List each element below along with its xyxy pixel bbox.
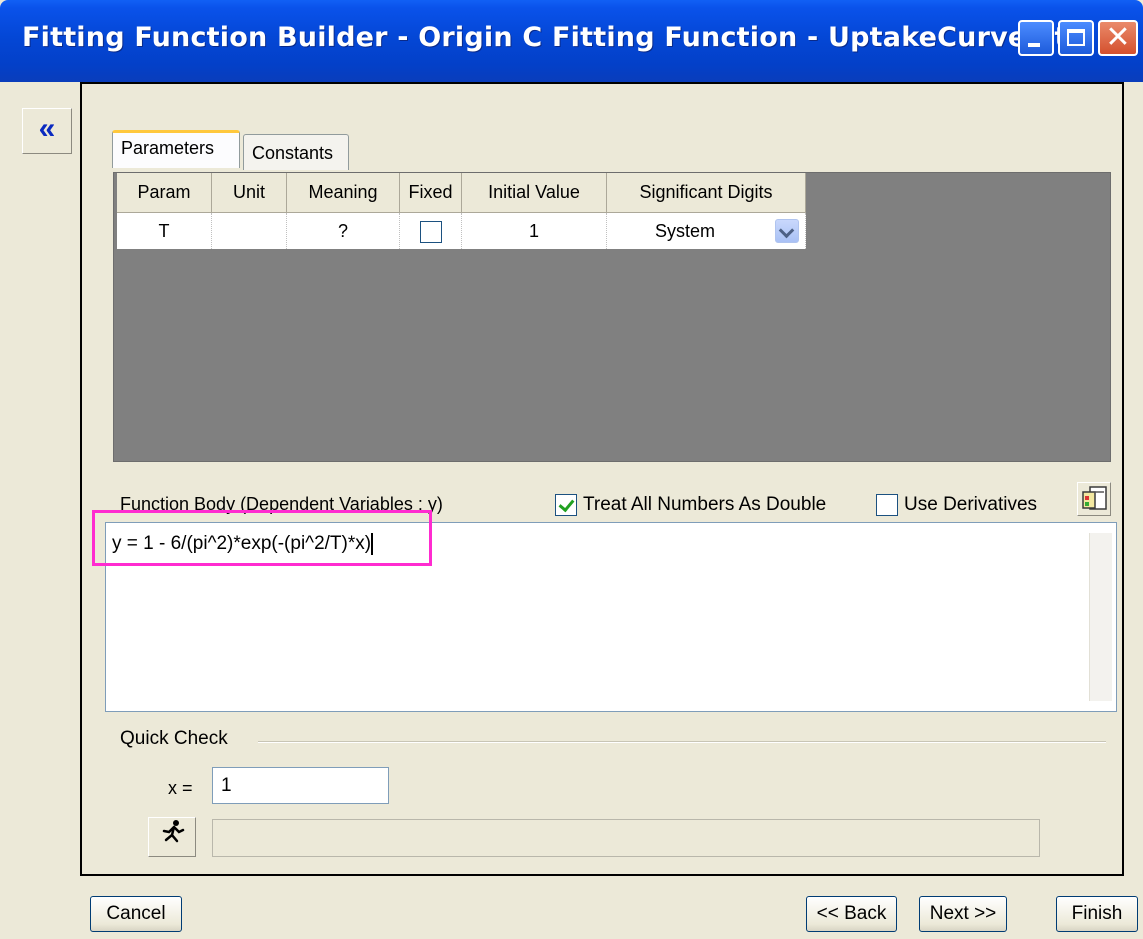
grid-header-param[interactable]: Param [117,173,212,213]
running-man-icon [162,820,185,843]
significant-digits-value: System [655,221,716,241]
highlight-annotation [92,510,432,566]
minimize-button[interactable] [1018,20,1054,56]
close-icon: ✕ [1105,20,1131,55]
cell-initial-value[interactable]: 1 [462,213,607,249]
maximize-button[interactable] [1058,20,1094,56]
tab-parameters[interactable]: Parameters [112,130,240,168]
fixed-checkbox[interactable] [419,221,442,244]
run-quick-check-button[interactable] [148,817,196,857]
x-value-input[interactable]: 1 [212,767,389,804]
treat-double-checkbox[interactable] [555,494,577,516]
tab-constants[interactable]: Constants [243,134,349,170]
code-builder-icon [1082,486,1107,510]
window-title: Fitting Function Builder - Origin C Fitt… [22,22,1068,53]
cell-significant-digits[interactable]: System [607,213,806,249]
chevron-down-icon[interactable] [775,219,799,243]
grid-header-meaning[interactable]: Meaning [287,173,400,213]
collapse-panel-button[interactable]: « [22,108,72,154]
minimize-icon [1028,43,1040,47]
treat-double-label: Treat All Numbers As Double [583,494,827,515]
finish-button[interactable]: Finish [1056,896,1138,932]
tab-parameters-label: Parameters [121,138,215,158]
back-button[interactable]: << Back [806,896,897,932]
treat-double-option[interactable]: Treat All Numbers As Double [555,494,826,516]
use-derivatives-option[interactable]: Use Derivatives [876,494,1037,516]
close-button[interactable]: ✕ [1098,20,1138,56]
cancel-button[interactable]: Cancel [90,896,182,932]
grid-header-fixed[interactable]: Fixed [400,173,462,213]
fitting-function-builder-window: Fitting Function Builder - Origin C Fitt… [0,0,1143,939]
cell-meaning[interactable]: ? [287,213,400,249]
maximize-icon [1067,29,1085,46]
quick-check-divider [258,741,1106,743]
use-derivatives-label: Use Derivatives [904,494,1038,515]
x-label: x = [168,778,193,798]
tab-constants-label: Constants [252,143,334,163]
quick-check-result [212,819,1040,857]
double-chevron-left-icon: « [38,112,56,145]
next-button[interactable]: Next >> [919,896,1007,932]
title-bar[interactable]: Fitting Function Builder - Origin C Fitt… [0,0,1143,82]
grid-header-initial-value[interactable]: Initial Value [462,173,607,213]
code-builder-button[interactable] [1077,482,1111,516]
use-derivatives-checkbox[interactable] [876,494,898,516]
cell-fixed[interactable] [400,213,462,249]
cell-unit[interactable] [212,213,287,249]
cell-param[interactable]: T [117,213,212,249]
quick-check-label: Quick Check [120,728,228,749]
grid-header-significant-digits[interactable]: Significant Digits [607,173,806,213]
parameter-grid: Param Unit Meaning Fixed Initial Value S… [113,172,1111,462]
grid-header-unit[interactable]: Unit [212,173,287,213]
editor-scrollbar[interactable] [1089,533,1112,701]
